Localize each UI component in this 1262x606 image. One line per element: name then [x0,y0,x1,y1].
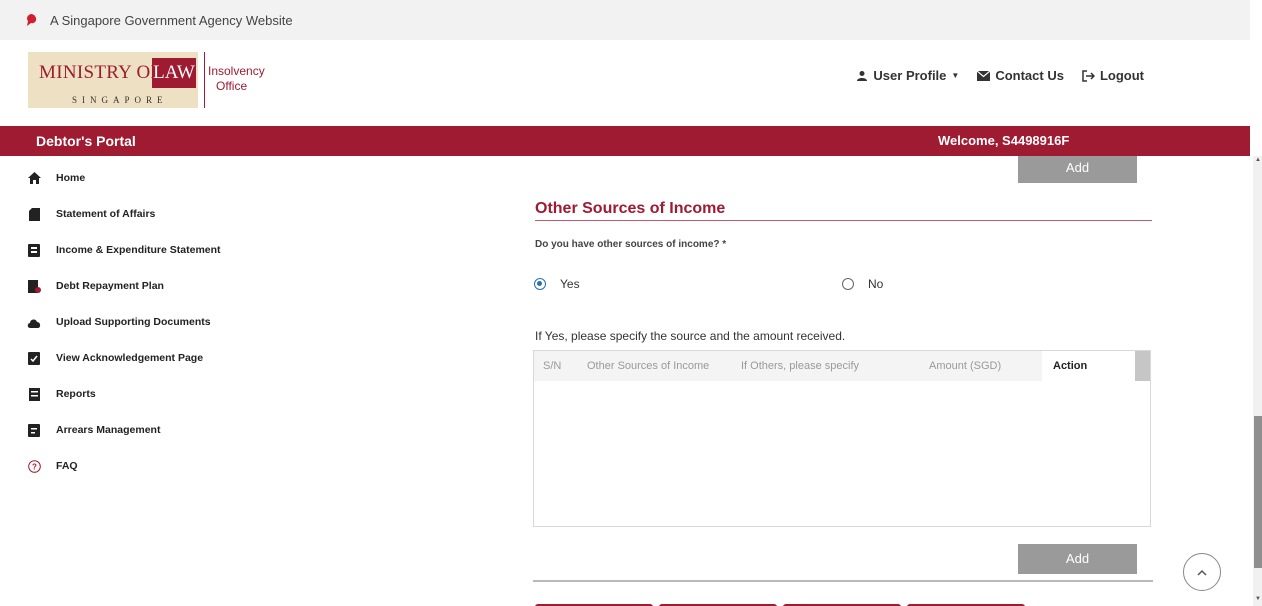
radio-no[interactable]: No [842,277,883,291]
scroll-up-arrow-icon[interactable]: ▲ [1254,157,1262,165]
logo-insolvency-text: Insolvency [208,64,265,78]
ledger-icon [26,242,42,258]
radio-yes-label: Yes [560,277,580,291]
svg-text:?: ? [32,462,37,471]
sidebar-item-label: Statement of Affairs [56,208,156,220]
instruction-text: If Yes, please specify the source and th… [535,329,846,343]
column-header-action: Action [1053,360,1088,372]
radio-no-circle [842,278,854,290]
document-icon [26,206,42,222]
column-header-specify: If Others, please specify [741,360,859,372]
logo-divider [204,52,205,108]
sidebar-item-statement-of-affairs[interactable]: Statement of Affairs [26,204,155,224]
envelope-icon [977,70,991,81]
page-scrollbar-thumb[interactable] [1254,416,1262,568]
radio-no-label: No [868,277,884,291]
chevron-up-icon [1197,569,1207,576]
gov-agency-bar: A Singapore Government Agency Website [0,0,1250,40]
logo-ministry-text: MINISTRY OF [39,62,162,83]
question-icon: ? [26,458,42,474]
sidebar-item-home[interactable]: Home [26,168,85,188]
arrears-icon [26,422,42,438]
sidebar-item-label: Upload Supporting Documents [56,316,211,328]
acknowledgement-icon [26,350,42,366]
sidebar-item-label: View Acknowledgement Page [56,352,204,364]
gov-agency-text: A Singapore Government Agency Website [50,12,293,28]
column-header-amount: Amount (SGD) [929,360,1002,372]
sidebar-item-label: Arrears Management [56,424,161,436]
logo-office-text: Office [216,79,248,93]
sidebar-item-acknowledgement[interactable]: View Acknowledgement Page [26,348,203,368]
ministry-of-law-logo[interactable]: MINISTRY OF LAW SINGAPORE Insolvency Off… [28,52,278,120]
contact-us-label: Contact Us [995,68,1064,83]
section-divider [535,220,1152,221]
sign-out-icon [1082,69,1095,82]
sidebar-item-arrears[interactable]: Arrears Management [26,420,160,440]
main-content: Add Other Sources of Income Do you have … [508,156,1173,606]
radio-yes-circle [534,278,546,290]
sidebar-item-reports[interactable]: Reports [26,384,96,404]
top-nav: User Profile ▼ Contact Us Logout [838,68,1144,83]
user-profile-menu[interactable]: User Profile ▼ [856,68,959,83]
section-title: Other Sources of Income [535,200,726,217]
column-header-sn: S/N [543,360,562,372]
portal-title: Debtor's Portal [36,133,136,149]
singapore-lion-icon [27,14,37,26]
sidebar-item-debt-repayment-plan[interactable]: Debt Repayment Plan [26,276,164,296]
other-income-table: S/N Other Sources of Income If Others, p… [533,350,1151,527]
sidebar-item-label: Reports [56,388,96,400]
sidebar-item-label: Income & Expenditure Statement [56,244,221,256]
report-icon [26,386,42,402]
sidebar-item-label: FAQ [56,460,78,472]
user-icon [857,70,868,81]
welcome-text: Welcome, S4498916F [938,133,1070,148]
payment-plan-icon [26,278,42,294]
sidebar-item-income-expenditure[interactable]: Income & Expenditure Statement [26,240,221,260]
table-scrollbar-stub[interactable] [1135,351,1150,381]
right-edge [1250,0,1262,156]
user-profile-label: User Profile [873,68,947,83]
home-icon [26,170,42,186]
radio-yes[interactable]: Yes [534,277,580,291]
logo-law-text: LAW [152,58,196,88]
contact-us-link[interactable]: Contact Us [977,68,1064,83]
site-header: MINISTRY OF LAW SINGAPORE Insolvency Off… [0,40,1250,126]
table-header: S/N Other Sources of Income If Others, p… [534,351,1150,381]
bottom-divider [533,580,1153,582]
scroll-down-arrow-icon[interactable]: ▼ [1254,596,1262,604]
sidebar: Home Statement of Affairs Income & Expen… [0,156,508,606]
scroll-to-top-button[interactable] [1183,553,1221,591]
logo-singapore-text: SINGAPORE [72,95,168,105]
other-income-question: Do you have other sources of income? * [535,239,727,250]
cloud-upload-icon [26,314,42,330]
add-button-bottom[interactable]: Add [1018,544,1137,574]
logout-link[interactable]: Logout [1082,68,1144,83]
sidebar-item-faq[interactable]: ? FAQ [26,456,78,476]
right-gutter [1173,156,1253,606]
caret-down-icon: ▼ [951,71,960,80]
column-header-source: Other Sources of Income [587,360,710,372]
sidebar-item-label: Debt Repayment Plan [56,280,164,292]
sidebar-item-upload-documents[interactable]: Upload Supporting Documents [26,312,211,332]
logout-label: Logout [1099,68,1144,83]
portal-title-bar: Debtor's Portal Welcome, S4498916F [0,126,1250,156]
sidebar-item-label: Home [56,172,86,184]
add-button-top[interactable]: Add [1018,156,1137,183]
